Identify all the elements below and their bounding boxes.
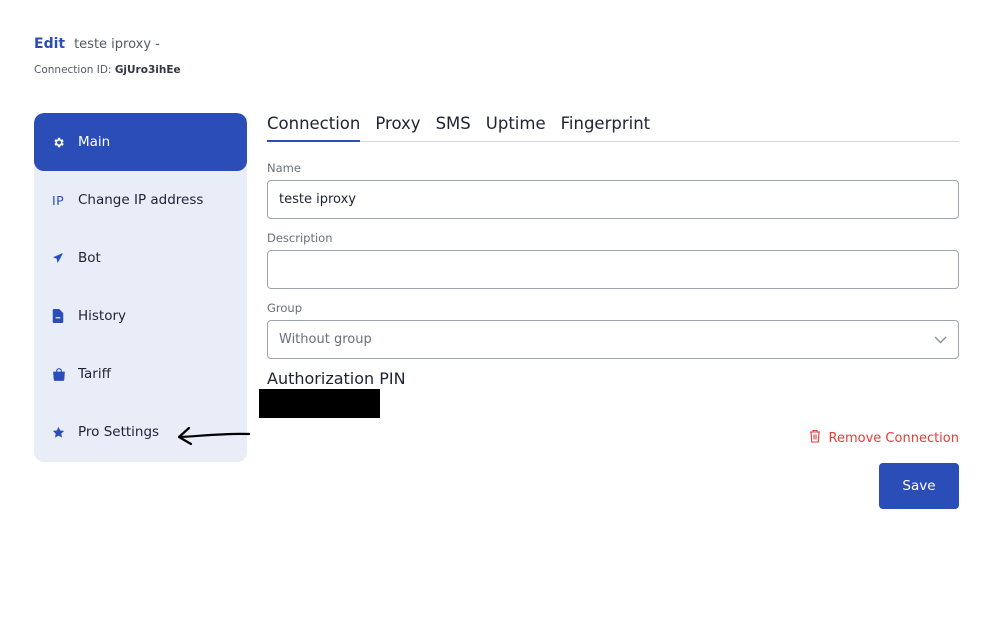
sidebar-item-change-ip[interactable]: IP Change IP address xyxy=(34,171,247,229)
remove-connection-button[interactable]: Remove Connection xyxy=(809,429,959,447)
sidebar-item-label: Pro Settings xyxy=(78,424,160,440)
trash-icon xyxy=(809,429,821,447)
sidebar-item-history[interactable]: History xyxy=(34,287,247,345)
authorization-pin-title: Authorization PIN xyxy=(267,369,406,388)
sidebar-item-label: Change IP address xyxy=(78,192,204,208)
connection-id-row: Connection ID: GjUro3ihEe xyxy=(34,64,181,76)
sidebar-item-label: Main xyxy=(78,134,111,150)
connection-id: GjUro3ihEe xyxy=(114,64,181,76)
tab-proxy[interactable]: Proxy xyxy=(375,114,420,142)
tab-bar: Connection Proxy SMS Uptime Fingerprint xyxy=(267,114,959,142)
tab-fingerprint[interactable]: Fingerprint xyxy=(561,114,651,142)
description-input[interactable] xyxy=(267,250,959,289)
tab-sms[interactable]: SMS xyxy=(436,114,471,142)
sidebar-item-tariff[interactable]: Tariff xyxy=(34,345,247,403)
save-button[interactable]: Save xyxy=(879,463,959,509)
group-selected-value: Without group xyxy=(279,332,372,347)
sidebar-item-bot[interactable]: Bot xyxy=(34,229,247,287)
sidebar-item-label: Bot xyxy=(78,250,101,266)
ip-icon: IP xyxy=(52,192,65,208)
edit-label: Edit xyxy=(34,36,66,52)
tab-uptime[interactable]: Uptime xyxy=(486,114,546,142)
sidebar-item-main[interactable]: Main xyxy=(34,113,247,171)
redacted-pin xyxy=(259,389,380,418)
gear-icon xyxy=(52,136,78,149)
connection-id-label: Connection ID: xyxy=(34,64,112,76)
remove-connection-label: Remove Connection xyxy=(828,430,959,446)
title-row: Edit teste iproxy - xyxy=(34,36,181,52)
name-input[interactable] xyxy=(267,180,959,219)
name-label: Name xyxy=(267,161,301,175)
sidebar-item-label: Tariff xyxy=(78,366,111,382)
shopping-bag-icon xyxy=(52,367,78,381)
paper-plane-icon xyxy=(52,252,78,264)
star-icon xyxy=(52,426,78,439)
document-icon xyxy=(52,309,78,323)
sidebar: Main IP Change IP address Bot History Ta… xyxy=(34,113,247,462)
sidebar-item-label: History xyxy=(78,308,127,324)
chevron-down-icon xyxy=(934,336,947,344)
page-header: Edit teste iproxy - Connection ID: GjUro… xyxy=(34,36,181,76)
tab-connection[interactable]: Connection xyxy=(267,114,361,142)
connection-name: teste iproxy - xyxy=(74,37,160,52)
annotation-arrow-icon xyxy=(177,426,251,446)
group-select[interactable]: Without group xyxy=(267,320,959,359)
group-label: Group xyxy=(267,301,303,315)
description-label: Description xyxy=(267,231,333,245)
